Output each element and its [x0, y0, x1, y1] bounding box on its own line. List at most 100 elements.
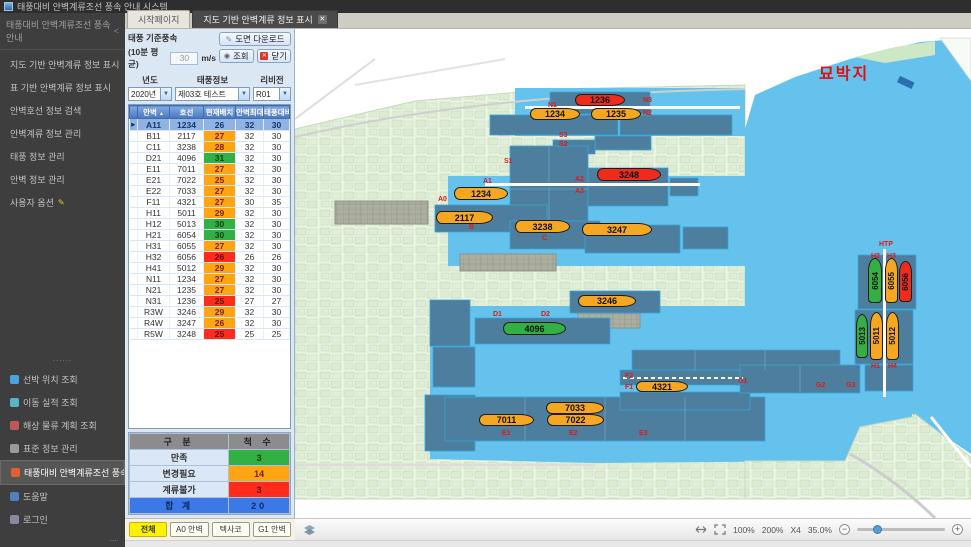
sidebar-header[interactable]: 태풍대비 안벽계류조선 풍속 안내 < — [0, 13, 125, 50]
zoom-200-button[interactable]: 200% — [762, 525, 784, 535]
col-typhoon[interactable]: 태풍대비 — [264, 106, 290, 119]
sidebar-item-label: 표 기반 안벽계류 정보 표시 — [10, 81, 111, 94]
map-canvas[interactable]: 묘박지 123612341235324812342117323832473246… — [295, 29, 971, 518]
zoom-slider-thumb[interactable] — [873, 525, 882, 534]
map-ship[interactable]: 1234 — [454, 187, 508, 200]
sidebar-item[interactable]: 표 기반 안벽계류 정보 표시 — [0, 76, 125, 99]
table-row[interactable]: H316055273230 — [130, 241, 290, 252]
sidebar-item[interactable]: 사용자 옵션✎ — [0, 191, 125, 214]
map-ship[interactable]: 4321 — [636, 381, 688, 392]
map-ship[interactable]: 2117 — [436, 211, 493, 224]
table-row[interactable]: E117011273230 — [130, 164, 290, 175]
cell-max: 32 — [236, 219, 264, 230]
table-row[interactable]: ▸A111234263230 — [130, 119, 290, 131]
cell-berth: H12 — [138, 219, 170, 230]
table-row[interactable]: F114321273035 — [130, 197, 290, 208]
collapse-icon[interactable]: < — [114, 26, 119, 36]
col-berth[interactable]: 안벽 ▲ — [138, 106, 170, 119]
row-marker — [130, 219, 138, 230]
map-ship[interactable]: 4096 — [503, 322, 566, 335]
zoom-100-button[interactable]: 100% — [733, 525, 755, 535]
map-ship[interactable]: 5013 — [856, 314, 868, 358]
table-row[interactable]: E227033273230 — [130, 186, 290, 197]
fit-screen-icon[interactable] — [714, 524, 726, 535]
map-ship[interactable]: 3238 — [515, 220, 570, 233]
download-drawing-button[interactable]: ✎ 도면 다운로드 — [219, 32, 291, 46]
cell-max: 32 — [236, 230, 264, 241]
map-ship[interactable]: 7033 — [546, 402, 604, 414]
sidebar-item[interactable]: 안벽 정보 관리 — [0, 168, 125, 191]
sidebar-item[interactable]: 태풍 정보 관리 — [0, 145, 125, 168]
filter-button[interactable]: A0 안벽 — [170, 522, 208, 537]
table-row[interactable]: D214096313230 — [130, 153, 290, 164]
map-ship[interactable]: 1236 — [575, 94, 625, 106]
col-current[interactable]: 현재배치 — [204, 106, 236, 119]
sidebar-item[interactable]: 안벽계류 정보 관리 — [0, 122, 125, 145]
table-row[interactable]: H326056262626 — [130, 252, 290, 263]
table-row[interactable]: H415012293230 — [130, 263, 290, 274]
berth-table-body: ▸A111234263230B112117273230C113238283230… — [130, 119, 290, 340]
table-row[interactable]: H115011293230 — [130, 208, 290, 219]
cell-ship: 1234 — [170, 274, 204, 285]
zoom-x4-button[interactable]: X4 — [790, 525, 800, 535]
map-ship[interactable]: 5012 — [886, 312, 899, 360]
zoom-out-button[interactable]: − — [839, 524, 850, 535]
col-ship[interactable]: 호선 — [170, 106, 204, 119]
typhoon-select[interactable]: 제03호 테스트 ▼ — [175, 87, 250, 101]
sidebar-item[interactable]: 도움말 — [0, 485, 125, 508]
chevron-down-icon[interactable]: ▼ — [238, 88, 249, 100]
sidebar-item[interactable]: 표준 정보 관리 — [0, 437, 125, 460]
map-ship[interactable]: 1235 — [591, 108, 641, 120]
fit-width-icon[interactable] — [695, 524, 707, 535]
sidebar-item[interactable]: 로그인 — [0, 508, 125, 531]
search-button[interactable]: ◉ 조회 — [219, 49, 254, 63]
table-row[interactable]: R3W3246293230 — [130, 307, 290, 318]
tab[interactable]: 시작페이지 — [127, 10, 190, 28]
table-row[interactable]: R5W3248252525 — [130, 329, 290, 340]
filter-button[interactable]: G1 안벽 — [253, 522, 291, 537]
map-ship[interactable]: 7022 — [547, 414, 604, 426]
table-row[interactable]: N211235273230 — [130, 285, 290, 296]
sidebar-item[interactable]: 선박 위치 조회 — [0, 368, 125, 391]
map-ship[interactable]: 6056 — [899, 261, 912, 302]
chevron-down-icon[interactable]: ▼ — [160, 88, 171, 100]
close-button[interactable]: ✕ 닫기 — [257, 49, 292, 63]
table-row[interactable]: N111234273230 — [130, 274, 290, 285]
ship-number: 1234 — [471, 189, 491, 199]
chevron-down-icon[interactable]: ▼ — [279, 88, 290, 100]
tab[interactable]: 지도 기반 안벽계류 정보 표시✕ — [192, 10, 337, 28]
filter-button[interactable]: 전체 — [129, 522, 167, 537]
map-ship[interactable]: 3248 — [597, 168, 661, 181]
table-row[interactable]: H216054303230 — [130, 230, 290, 241]
table-row[interactable]: B112117273230 — [130, 131, 290, 142]
table-row[interactable]: N311236252727 — [130, 296, 290, 307]
sidebar-item-label: 태풍 정보 관리 — [10, 150, 65, 163]
close-icon[interactable]: ✕ — [318, 15, 327, 24]
cell-current: 26 — [204, 252, 236, 263]
col-max[interactable]: 안벽최대 — [236, 106, 264, 119]
revision-select[interactable]: R01 ▼ — [253, 87, 291, 101]
sidebar-item[interactable]: 이동 실적 조회 — [0, 391, 125, 414]
map-ship[interactable]: 6054 — [868, 258, 882, 303]
map-ship[interactable]: 3246 — [578, 295, 636, 307]
year-select[interactable]: 2020년 ▼ — [128, 87, 172, 101]
map-ship[interactable]: 3247 — [582, 223, 652, 236]
sidebar-item[interactable]: 지도 기반 안벽계류 정보 표시 — [0, 53, 125, 76]
map-ship[interactable]: 7011 — [479, 414, 534, 426]
map-ship[interactable]: 5011 — [870, 312, 883, 360]
layers-icon[interactable] — [303, 524, 316, 536]
zoom-in-button[interactable]: + — [952, 524, 963, 535]
wind-speed-input[interactable] — [170, 52, 198, 65]
sidebar-item[interactable]: 해상 물류 계획 조회 — [0, 414, 125, 437]
cell-berth: R4W — [138, 318, 170, 329]
table-row[interactable]: R4W3247263230 — [130, 318, 290, 329]
filter-button[interactable]: 텍사코 — [212, 522, 250, 537]
map-ship[interactable]: 6055 — [885, 258, 898, 303]
table-row[interactable]: H125013303230 — [130, 219, 290, 230]
table-row[interactable]: E217022253230 — [130, 175, 290, 186]
map-ship[interactable]: 1234 — [530, 108, 580, 120]
sidebar-item[interactable]: 태풍대비 안벽계류조선 풍속 안내 — [0, 460, 125, 485]
sidebar-item[interactable]: 안벽호선 정보 검색 — [0, 99, 125, 122]
table-row[interactable]: C113238283230 — [130, 142, 290, 153]
zoom-slider[interactable] — [857, 528, 945, 531]
